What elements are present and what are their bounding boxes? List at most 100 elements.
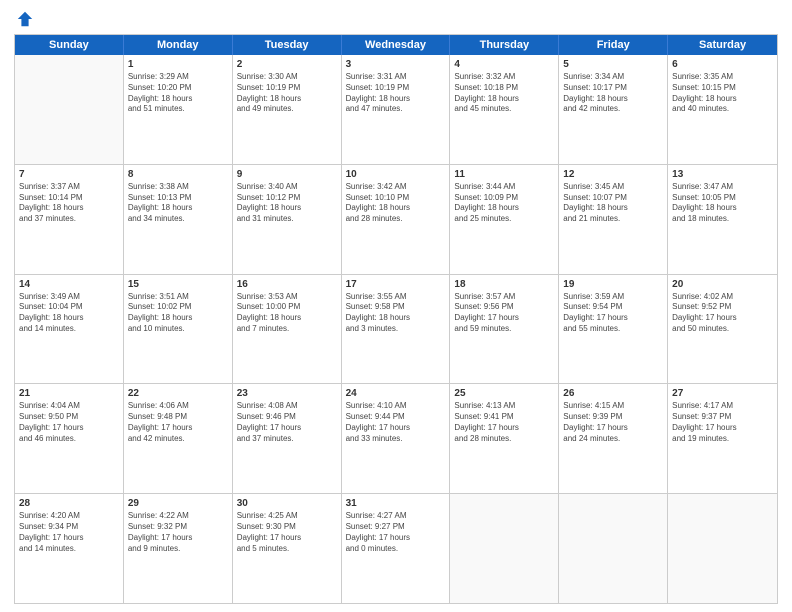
cell-content: Sunrise: 3:57 AM Sunset: 9:56 PM Dayligh…	[454, 292, 554, 335]
cell-content: Sunrise: 3:44 AM Sunset: 10:09 PM Daylig…	[454, 182, 554, 225]
day-number: 17	[346, 278, 446, 291]
cell-content: Sunrise: 3:55 AM Sunset: 9:58 PM Dayligh…	[346, 292, 446, 335]
day-number: 5	[563, 58, 663, 71]
cell-content: Sunrise: 4:17 AM Sunset: 9:37 PM Dayligh…	[672, 401, 773, 444]
calendar-cell: 16Sunrise: 3:53 AM Sunset: 10:00 PM Dayl…	[233, 275, 342, 384]
day-number: 23	[237, 387, 337, 400]
calendar-cell	[559, 494, 668, 603]
calendar-cell	[450, 494, 559, 603]
cell-content: Sunrise: 4:10 AM Sunset: 9:44 PM Dayligh…	[346, 401, 446, 444]
day-number: 29	[128, 497, 228, 510]
calendar-cell: 5Sunrise: 3:34 AM Sunset: 10:17 PM Dayli…	[559, 55, 668, 164]
calendar-body: 1Sunrise: 3:29 AM Sunset: 10:20 PM Dayli…	[15, 55, 777, 603]
calendar-cell: 7Sunrise: 3:37 AM Sunset: 10:14 PM Dayli…	[15, 165, 124, 274]
day-number: 8	[128, 168, 228, 181]
cell-content: Sunrise: 3:38 AM Sunset: 10:13 PM Daylig…	[128, 182, 228, 225]
day-number: 7	[19, 168, 119, 181]
calendar-week-3: 14Sunrise: 3:49 AM Sunset: 10:04 PM Dayl…	[15, 275, 777, 385]
calendar-cell: 13Sunrise: 3:47 AM Sunset: 10:05 PM Dayl…	[668, 165, 777, 274]
cell-content: Sunrise: 4:08 AM Sunset: 9:46 PM Dayligh…	[237, 401, 337, 444]
calendar-cell: 23Sunrise: 4:08 AM Sunset: 9:46 PM Dayli…	[233, 384, 342, 493]
day-of-week-wednesday: Wednesday	[342, 35, 451, 55]
day-number: 18	[454, 278, 554, 291]
calendar-cell: 6Sunrise: 3:35 AM Sunset: 10:15 PM Dayli…	[668, 55, 777, 164]
day-number: 22	[128, 387, 228, 400]
logo	[14, 10, 34, 28]
calendar-cell: 9Sunrise: 3:40 AM Sunset: 10:12 PM Dayli…	[233, 165, 342, 274]
calendar-cell: 29Sunrise: 4:22 AM Sunset: 9:32 PM Dayli…	[124, 494, 233, 603]
day-number: 21	[19, 387, 119, 400]
cell-content: Sunrise: 3:59 AM Sunset: 9:54 PM Dayligh…	[563, 292, 663, 335]
day-number: 16	[237, 278, 337, 291]
calendar-week-1: 1Sunrise: 3:29 AM Sunset: 10:20 PM Dayli…	[15, 55, 777, 165]
cell-content: Sunrise: 3:35 AM Sunset: 10:15 PM Daylig…	[672, 72, 773, 115]
cell-content: Sunrise: 4:13 AM Sunset: 9:41 PM Dayligh…	[454, 401, 554, 444]
cell-content: Sunrise: 3:37 AM Sunset: 10:14 PM Daylig…	[19, 182, 119, 225]
day-number: 19	[563, 278, 663, 291]
calendar-cell: 25Sunrise: 4:13 AM Sunset: 9:41 PM Dayli…	[450, 384, 559, 493]
day-number: 9	[237, 168, 337, 181]
cell-content: Sunrise: 4:25 AM Sunset: 9:30 PM Dayligh…	[237, 511, 337, 554]
day-of-week-tuesday: Tuesday	[233, 35, 342, 55]
day-number: 13	[672, 168, 773, 181]
cell-content: Sunrise: 3:49 AM Sunset: 10:04 PM Daylig…	[19, 292, 119, 335]
calendar-cell: 12Sunrise: 3:45 AM Sunset: 10:07 PM Dayl…	[559, 165, 668, 274]
cell-content: Sunrise: 4:20 AM Sunset: 9:34 PM Dayligh…	[19, 511, 119, 554]
cell-content: Sunrise: 4:04 AM Sunset: 9:50 PM Dayligh…	[19, 401, 119, 444]
calendar-header: SundayMondayTuesdayWednesdayThursdayFrid…	[15, 35, 777, 55]
day-of-week-friday: Friday	[559, 35, 668, 55]
calendar-cell: 20Sunrise: 4:02 AM Sunset: 9:52 PM Dayli…	[668, 275, 777, 384]
cell-content: Sunrise: 3:51 AM Sunset: 10:02 PM Daylig…	[128, 292, 228, 335]
day-number: 27	[672, 387, 773, 400]
calendar-cell: 28Sunrise: 4:20 AM Sunset: 9:34 PM Dayli…	[15, 494, 124, 603]
calendar-cell: 14Sunrise: 3:49 AM Sunset: 10:04 PM Dayl…	[15, 275, 124, 384]
day-number: 11	[454, 168, 554, 181]
day-number: 6	[672, 58, 773, 71]
logo-icon	[16, 10, 34, 28]
cell-content: Sunrise: 3:47 AM Sunset: 10:05 PM Daylig…	[672, 182, 773, 225]
day-number: 10	[346, 168, 446, 181]
day-of-week-thursday: Thursday	[450, 35, 559, 55]
day-number: 1	[128, 58, 228, 71]
calendar-cell: 21Sunrise: 4:04 AM Sunset: 9:50 PM Dayli…	[15, 384, 124, 493]
day-of-week-monday: Monday	[124, 35, 233, 55]
day-number: 20	[672, 278, 773, 291]
calendar-cell: 1Sunrise: 3:29 AM Sunset: 10:20 PM Dayli…	[124, 55, 233, 164]
calendar-cell: 15Sunrise: 3:51 AM Sunset: 10:02 PM Dayl…	[124, 275, 233, 384]
day-number: 31	[346, 497, 446, 510]
calendar-cell: 18Sunrise: 3:57 AM Sunset: 9:56 PM Dayli…	[450, 275, 559, 384]
day-number: 28	[19, 497, 119, 510]
calendar-cell: 17Sunrise: 3:55 AM Sunset: 9:58 PM Dayli…	[342, 275, 451, 384]
page-header	[14, 10, 778, 28]
calendar-cell: 26Sunrise: 4:15 AM Sunset: 9:39 PM Dayli…	[559, 384, 668, 493]
calendar-cell: 22Sunrise: 4:06 AM Sunset: 9:48 PM Dayli…	[124, 384, 233, 493]
cell-content: Sunrise: 3:42 AM Sunset: 10:10 PM Daylig…	[346, 182, 446, 225]
day-number: 3	[346, 58, 446, 71]
day-of-week-saturday: Saturday	[668, 35, 777, 55]
calendar: SundayMondayTuesdayWednesdayThursdayFrid…	[14, 34, 778, 604]
calendar-week-4: 21Sunrise: 4:04 AM Sunset: 9:50 PM Dayli…	[15, 384, 777, 494]
calendar-cell: 19Sunrise: 3:59 AM Sunset: 9:54 PM Dayli…	[559, 275, 668, 384]
day-number: 14	[19, 278, 119, 291]
cell-content: Sunrise: 4:22 AM Sunset: 9:32 PM Dayligh…	[128, 511, 228, 554]
calendar-cell: 8Sunrise: 3:38 AM Sunset: 10:13 PM Dayli…	[124, 165, 233, 274]
calendar-cell: 11Sunrise: 3:44 AM Sunset: 10:09 PM Dayl…	[450, 165, 559, 274]
cell-content: Sunrise: 3:32 AM Sunset: 10:18 PM Daylig…	[454, 72, 554, 115]
cell-content: Sunrise: 4:15 AM Sunset: 9:39 PM Dayligh…	[563, 401, 663, 444]
day-of-week-sunday: Sunday	[15, 35, 124, 55]
calendar-cell: 3Sunrise: 3:31 AM Sunset: 10:19 PM Dayli…	[342, 55, 451, 164]
calendar-week-2: 7Sunrise: 3:37 AM Sunset: 10:14 PM Dayli…	[15, 165, 777, 275]
cell-content: Sunrise: 4:27 AM Sunset: 9:27 PM Dayligh…	[346, 511, 446, 554]
cell-content: Sunrise: 3:34 AM Sunset: 10:17 PM Daylig…	[563, 72, 663, 115]
day-number: 26	[563, 387, 663, 400]
day-number: 12	[563, 168, 663, 181]
cell-content: Sunrise: 3:45 AM Sunset: 10:07 PM Daylig…	[563, 182, 663, 225]
calendar-cell: 30Sunrise: 4:25 AM Sunset: 9:30 PM Dayli…	[233, 494, 342, 603]
cell-content: Sunrise: 3:53 AM Sunset: 10:00 PM Daylig…	[237, 292, 337, 335]
calendar-cell: 10Sunrise: 3:42 AM Sunset: 10:10 PM Dayl…	[342, 165, 451, 274]
day-number: 24	[346, 387, 446, 400]
cell-content: Sunrise: 4:02 AM Sunset: 9:52 PM Dayligh…	[672, 292, 773, 335]
calendar-cell: 24Sunrise: 4:10 AM Sunset: 9:44 PM Dayli…	[342, 384, 451, 493]
cell-content: Sunrise: 3:31 AM Sunset: 10:19 PM Daylig…	[346, 72, 446, 115]
cell-content: Sunrise: 3:40 AM Sunset: 10:12 PM Daylig…	[237, 182, 337, 225]
